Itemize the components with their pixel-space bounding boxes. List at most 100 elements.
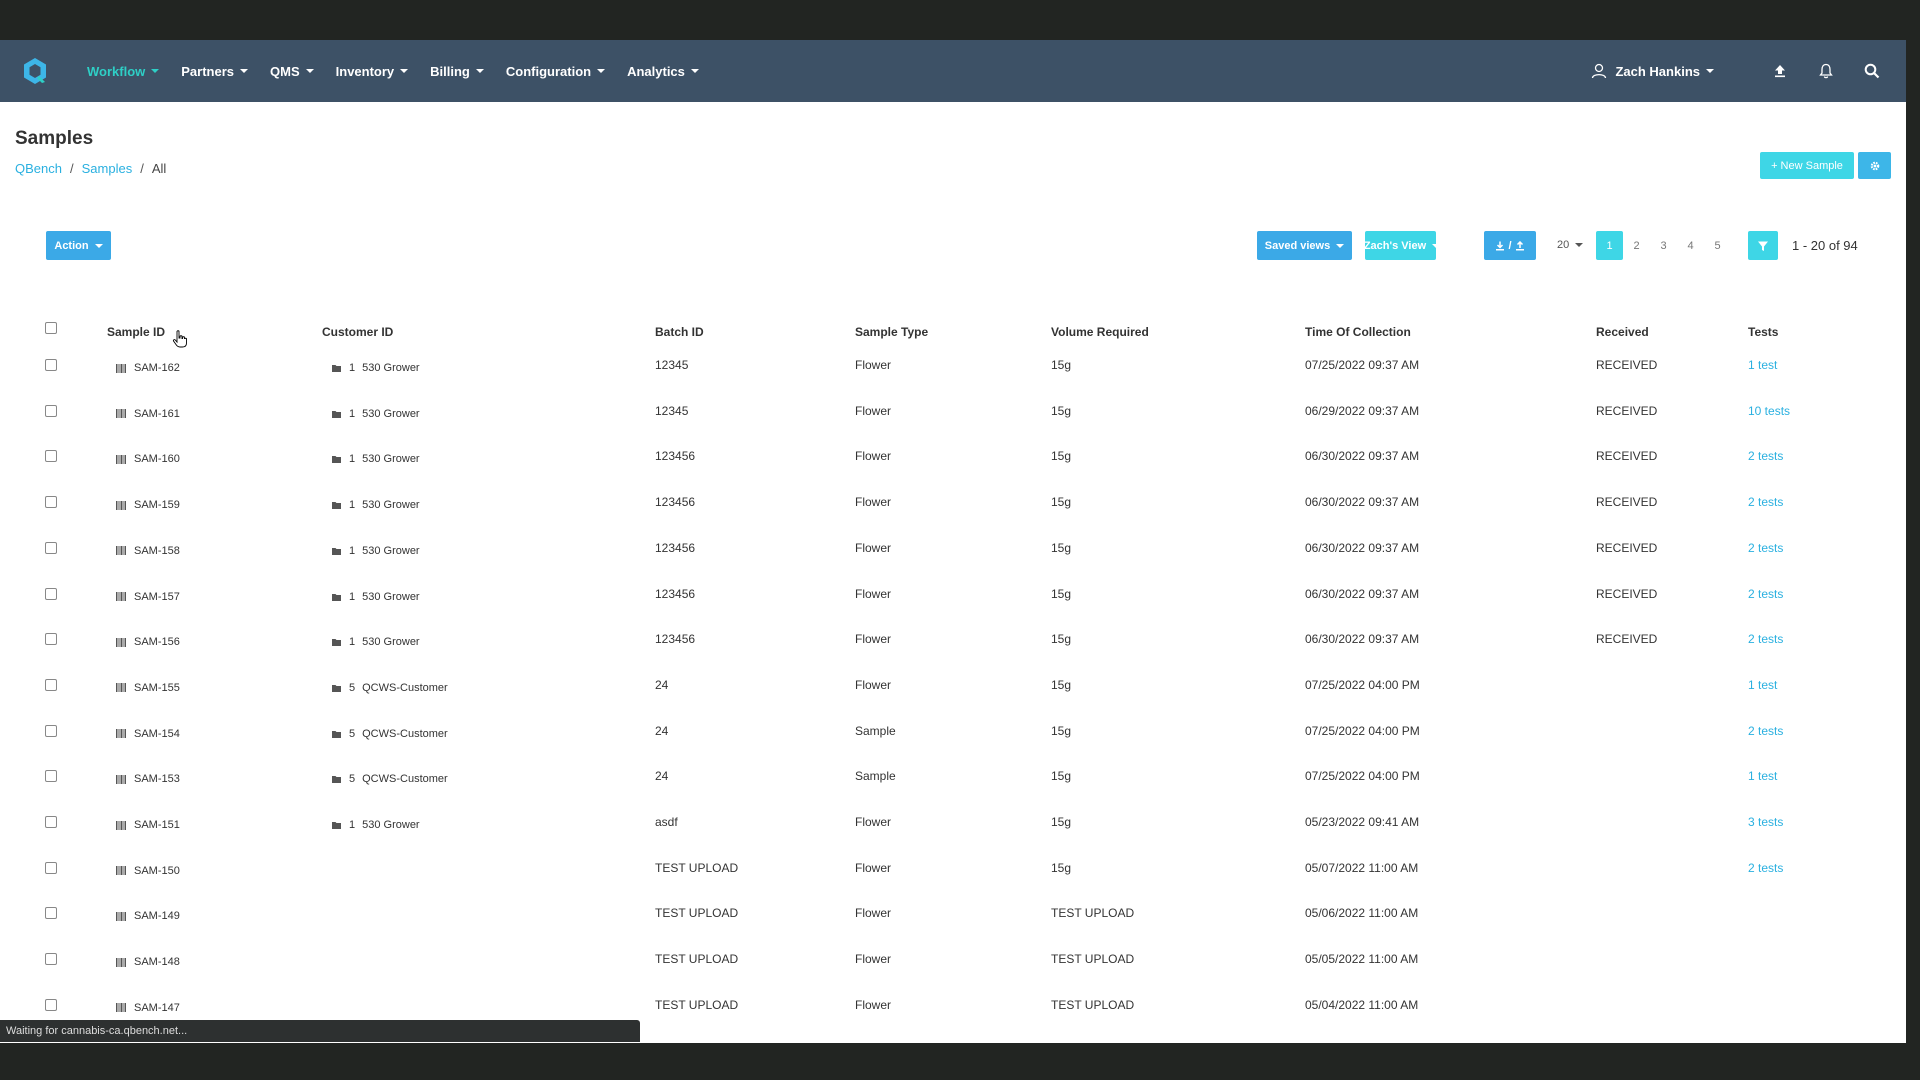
customer-name[interactable]: 530 Grower (362, 545, 419, 557)
customer-id-cell[interactable]: 1 530 Grower (332, 499, 420, 511)
row-checkbox[interactable] (45, 633, 57, 646)
sample-id-link[interactable]: SAM-155 (134, 682, 180, 694)
customer-name[interactable]: QCWS-Customer (362, 682, 448, 694)
sample-id-cell[interactable]: SAM-156 (116, 636, 180, 648)
user-menu[interactable]: Zach Hankins (1591, 63, 1714, 79)
select-all-checkbox[interactable] (45, 322, 57, 334)
table-row[interactable]: SAM-154 5 QCWS-Customer 24 Sample 15g 07/25/20… (0, 716, 1906, 762)
nav-workflow[interactable]: Workflow (87, 64, 160, 79)
new-sample-button[interactable]: + New Sample (1760, 152, 1854, 179)
table-row[interactable]: SAM-158 1 530 Grower 123456 Flower 15g 06/30/2… (0, 533, 1906, 579)
sample-id-link[interactable]: SAM-160 (134, 453, 180, 465)
column-header-received[interactable]: Received (1596, 325, 1649, 339)
row-checkbox[interactable] (45, 907, 57, 920)
table-row[interactable]: SAM-153 5 QCWS-Customer 24 Sample 15g 07/25/20… (0, 761, 1906, 807)
tests-link[interactable]: 2 tests (1748, 724, 1783, 738)
nav-analytics[interactable]: Analytics (627, 64, 699, 79)
page-1-button[interactable]: 1 (1596, 231, 1623, 260)
customer-id-cell[interactable]: 5 QCWS-Customer (332, 773, 448, 785)
table-row[interactable]: SAM-162 1 530 Grower 12345 Flower 15g 07/25/20… (0, 350, 1906, 396)
nav-configuration[interactable]: Configuration (506, 64, 606, 79)
column-header-batch-id[interactable]: Batch ID (655, 325, 704, 339)
page-2-button[interactable]: 2 (1623, 231, 1650, 260)
table-row[interactable]: SAM-151 1 530 Grower asdf Flower 15g 05/23/202… (0, 807, 1906, 853)
breadcrumb-qbench[interactable]: QBench (15, 161, 62, 176)
customer-name[interactable]: 530 Grower (362, 453, 419, 465)
sample-id-cell[interactable]: SAM-160 (116, 453, 180, 465)
nav-billing[interactable]: Billing (430, 64, 484, 79)
saved-views-button[interactable]: Saved views (1257, 231, 1352, 260)
column-header-volume-required[interactable]: Volume Required (1051, 325, 1149, 339)
sample-id-link[interactable]: SAM-147 (134, 1002, 180, 1014)
sample-id-link[interactable]: SAM-149 (134, 910, 180, 922)
sample-id-cell[interactable]: SAM-149 (116, 910, 180, 922)
table-row[interactable]: SAM-157 1 530 Grower 123456 Flower 15g 06/30/2… (0, 579, 1906, 625)
customer-id-cell[interactable]: 5 QCWS-Customer (332, 728, 448, 740)
sample-id-cell[interactable]: SAM-150 (116, 865, 180, 877)
tests-link[interactable]: 1 test (1748, 678, 1777, 692)
customer-id-cell[interactable]: 1 530 Grower (332, 636, 420, 648)
row-checkbox[interactable] (45, 541, 57, 554)
nav-partners[interactable]: Partners (181, 64, 249, 79)
customer-name[interactable]: 530 Grower (362, 636, 419, 648)
sample-id-cell[interactable]: SAM-147 (116, 1002, 180, 1014)
sample-id-link[interactable]: SAM-157 (134, 591, 180, 603)
customer-id-cell[interactable]: 1 530 Grower (332, 819, 420, 831)
sample-id-link[interactable]: SAM-151 (134, 819, 180, 831)
customer-id-cell[interactable]: 5 QCWS-Customer (332, 682, 448, 694)
nav-inventory[interactable]: Inventory (336, 64, 409, 79)
tests-link[interactable]: 2 tests (1748, 495, 1783, 509)
tests-link[interactable]: 1 test (1748, 769, 1777, 783)
row-checkbox[interactable] (45, 587, 57, 600)
sample-id-link[interactable]: SAM-158 (134, 545, 180, 557)
customer-name[interactable]: QCWS-Customer (362, 773, 448, 785)
row-checkbox[interactable] (45, 998, 57, 1011)
tests-link[interactable]: 1 test (1748, 358, 1777, 372)
customer-name[interactable]: 530 Grower (362, 408, 419, 420)
page-5-button[interactable]: 5 (1704, 231, 1731, 260)
search-icon[interactable] (1862, 61, 1882, 81)
table-row[interactable]: SAM-148 TEST UPLOAD Flower TEST UPLOAD 05/05… (0, 944, 1906, 990)
row-checkbox[interactable] (45, 953, 57, 966)
tests-link[interactable]: 10 tests (1748, 404, 1790, 418)
customer-id-cell[interactable]: 1 530 Grower (332, 453, 420, 465)
sample-id-cell[interactable]: SAM-158 (116, 545, 180, 557)
zach-view-button[interactable]: Zach's View (1364, 231, 1441, 260)
customer-name[interactable]: 530 Grower (362, 499, 419, 511)
row-checkbox[interactable] (45, 678, 57, 691)
column-header-sample-id[interactable]: Sample ID (107, 325, 165, 339)
sample-id-cell[interactable]: SAM-153 (116, 773, 180, 785)
sample-id-link[interactable]: SAM-161 (134, 408, 180, 420)
tests-link[interactable]: 2 tests (1748, 632, 1783, 646)
sample-id-link[interactable]: SAM-156 (134, 636, 180, 648)
table-row[interactable]: SAM-155 5 QCWS-Customer 24 Flower 15g 07/25/20… (0, 670, 1906, 716)
settings-button[interactable] (1858, 152, 1891, 179)
tests-link[interactable]: 3 tests (1748, 815, 1783, 829)
sample-id-cell[interactable]: SAM-155 (116, 682, 180, 694)
sample-id-cell[interactable]: SAM-154 (116, 728, 180, 740)
table-row[interactable]: SAM-156 1 530 Grower 123456 Flower 15g 06/30/2… (0, 624, 1906, 670)
table-row[interactable]: SAM-150 TEST UPLOAD Flower 15g 05/07/2022 11… (0, 853, 1906, 899)
sample-id-cell[interactable]: SAM-161 (116, 408, 180, 420)
row-checkbox[interactable] (45, 359, 57, 371)
sample-id-link[interactable]: SAM-153 (134, 773, 180, 785)
customer-id-cell[interactable]: 1 530 Grower (332, 545, 420, 557)
sample-id-cell[interactable]: SAM-162 (116, 362, 180, 374)
sample-id-cell[interactable]: SAM-159 (116, 499, 180, 511)
tests-link[interactable]: 2 tests (1748, 541, 1783, 555)
customer-name[interactable]: 530 Grower (362, 362, 419, 374)
customer-id-cell[interactable]: 1 530 Grower (332, 408, 420, 420)
sample-id-link[interactable]: SAM-154 (134, 728, 180, 740)
table-row[interactable]: SAM-159 1 530 Grower 123456 Flower 15g 06/30/2… (0, 487, 1906, 533)
customer-id-cell[interactable]: 1 530 Grower (332, 362, 420, 374)
page-4-button[interactable]: 4 (1677, 231, 1704, 260)
import-export-button[interactable]: / (1484, 231, 1536, 260)
row-checkbox[interactable] (45, 861, 57, 874)
qbench-logo-icon[interactable] (21, 57, 49, 85)
column-header-time-of-collection[interactable]: Time Of Collection (1305, 325, 1411, 339)
column-header-tests[interactable]: Tests (1748, 325, 1778, 339)
sample-id-link[interactable]: SAM-148 (134, 956, 180, 968)
bell-icon[interactable] (1816, 61, 1836, 81)
table-row[interactable]: SAM-160 1 530 Grower 123456 Flower 15g 06/30/2… (0, 441, 1906, 487)
sample-id-cell[interactable]: SAM-157 (116, 591, 180, 603)
